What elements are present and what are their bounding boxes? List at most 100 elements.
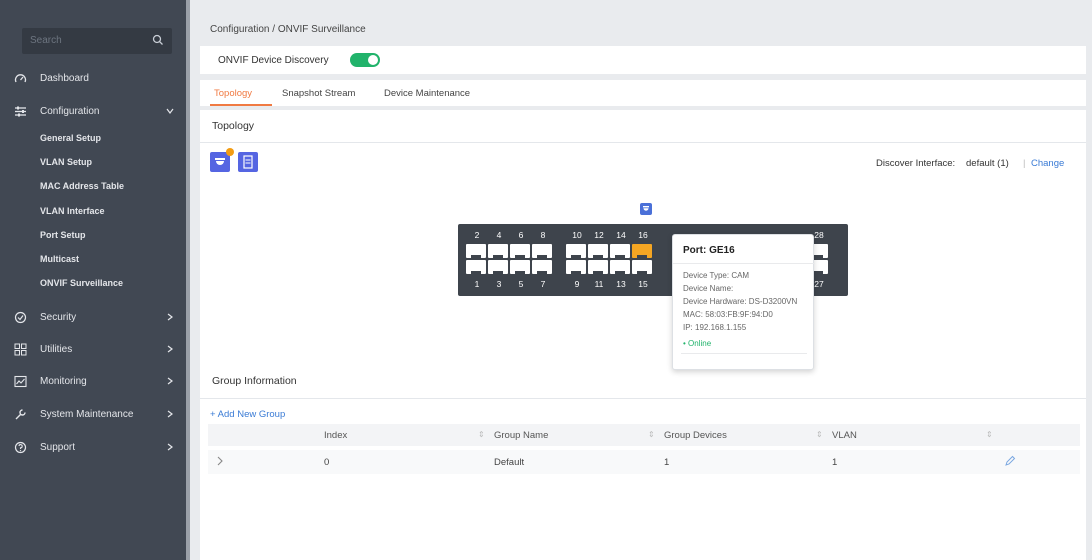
separator: | <box>1023 158 1026 169</box>
port-9[interactable] <box>566 260 586 274</box>
nav-utilities[interactable]: Utilities <box>0 339 186 361</box>
chevron-right-icon <box>167 345 173 353</box>
notification-badge <box>226 148 234 156</box>
nav-system-maintenance-label: System Maintenance <box>40 409 134 420</box>
discovery-label: ONVIF Device Discovery <box>218 55 329 66</box>
tab-snapshot-stream[interactable]: Snapshot Stream <box>282 88 355 99</box>
divider <box>681 353 807 354</box>
port-label: 13 <box>616 279 626 289</box>
port-16-active[interactable] <box>632 244 652 258</box>
tab-topology[interactable]: Topology <box>214 88 252 99</box>
port-4[interactable] <box>488 244 508 258</box>
discover-interface-label: Discover Interface: <box>876 158 956 169</box>
camera-discovery-button[interactable] <box>210 148 234 172</box>
status-text: Online <box>688 339 712 348</box>
edit-pencil-icon[interactable] <box>1004 455 1016 467</box>
port-7[interactable] <box>532 260 552 274</box>
port-5[interactable] <box>510 260 530 274</box>
sub-vlan-setup[interactable]: VLAN Setup <box>40 157 92 175</box>
device-list-button[interactable] <box>238 152 258 172</box>
port-label: 27 <box>814 279 824 289</box>
nav-system-maintenance[interactable]: System Maintenance <box>0 404 186 426</box>
divider <box>200 398 1086 399</box>
sub-multicast[interactable]: Multicast <box>40 254 79 272</box>
nav-support-label: Support <box>40 442 76 453</box>
search-box[interactable]: Search <box>22 28 172 54</box>
cell-index: 0 <box>324 457 330 468</box>
port-14[interactable] <box>610 244 630 258</box>
sub-onvif-surveillance[interactable]: ONVIF Surveillance <box>40 278 123 296</box>
port-1[interactable] <box>466 260 486 274</box>
sort-icon[interactable]: ⇕ <box>478 430 485 439</box>
cell-group-devices: 1 <box>664 457 670 468</box>
storage-icon <box>243 155 253 169</box>
port-label: 1 <box>474 279 480 289</box>
table-header: Index ⇕ Group Name ⇕ Group Devices ⇕ VLA… <box>208 424 1080 446</box>
port-15[interactable] <box>632 260 652 274</box>
nav-configuration[interactable]: Configuration <box>0 101 186 123</box>
port-12[interactable] <box>588 244 608 258</box>
help-circle-icon <box>14 441 27 454</box>
sort-icon[interactable]: ⇕ <box>986 430 993 439</box>
nav-support[interactable]: Support <box>0 437 186 459</box>
connected-camera-icon[interactable] <box>640 203 652 215</box>
discovery-toggle[interactable] <box>350 53 380 67</box>
port-tooltip: Port: GE16 Device Type: CAM Device Name:… <box>672 234 815 370</box>
table-row[interactable]: 0 Default 1 1 <box>208 450 1080 474</box>
tooltip-device-name: Device Name: <box>683 284 734 293</box>
chevron-right-icon <box>167 377 173 385</box>
column-group-name[interactable]: Group Name <box>494 430 548 441</box>
tooltip-title: Port: GE16 <box>683 245 735 256</box>
column-index[interactable]: Index <box>324 430 347 441</box>
shield-check-icon <box>14 311 27 324</box>
port-13[interactable] <box>610 260 630 274</box>
port-label: 2 <box>474 230 480 240</box>
discovery-card: ONVIF Device Discovery <box>200 46 1086 74</box>
sub-general-setup[interactable]: General Setup <box>40 133 101 151</box>
toggle-knob <box>368 55 378 65</box>
sort-icon[interactable]: ⇕ <box>816 430 823 439</box>
port-label: 12 <box>594 230 604 240</box>
main-content: Configuration / ONVIF Surveillance ONVIF… <box>190 0 1092 560</box>
nav-dashboard[interactable]: Dashboard <box>0 68 186 90</box>
add-new-group-button[interactable]: + Add New Group <box>210 409 285 420</box>
port-label: 8 <box>540 230 546 240</box>
tab-device-maintenance[interactable]: Device Maintenance <box>384 88 470 99</box>
sort-icon[interactable]: ⇕ <box>648 430 655 439</box>
search-icon[interactable] <box>152 34 164 46</box>
monitor-chart-icon <box>14 375 27 388</box>
port-3[interactable] <box>488 260 508 274</box>
sub-mac-address-table[interactable]: MAC Address Table <box>40 181 124 199</box>
tooltip-mac: MAC: 58:03:FB:9F:94:D0 <box>683 310 773 319</box>
port-2[interactable] <box>466 244 486 258</box>
cell-group-name: Default <box>494 457 525 468</box>
breadcrumb: Configuration / ONVIF Surveillance <box>210 24 366 35</box>
column-group-devices[interactable]: Group Devices <box>664 430 727 441</box>
port-label: 28 <box>814 230 824 240</box>
port-11[interactable] <box>588 260 608 274</box>
port-label: 11 <box>594 279 604 289</box>
divider <box>673 263 815 264</box>
port-label: 16 <box>638 230 648 240</box>
nav-configuration-label: Configuration <box>40 106 100 117</box>
discover-interface-value: default (1) <box>966 158 1009 169</box>
nav-security[interactable]: Security <box>0 307 186 329</box>
divider <box>200 142 1086 143</box>
port-10[interactable] <box>566 244 586 258</box>
column-vlan[interactable]: VLAN <box>832 430 857 441</box>
sub-vlan-interface[interactable]: VLAN Interface <box>40 206 105 224</box>
sliders-icon <box>15 106 26 117</box>
nav-monitoring[interactable]: Monitoring <box>0 371 186 393</box>
tooltip-ip: IP: 192.168.1.155 <box>683 323 747 332</box>
change-link[interactable]: Change <box>1031 158 1064 169</box>
chevron-right-icon <box>167 410 173 418</box>
chevron-down-icon <box>166 108 174 114</box>
chevron-right-icon[interactable] <box>214 455 226 467</box>
port-6[interactable] <box>510 244 530 258</box>
wrench-icon <box>15 409 26 420</box>
port-8[interactable] <box>532 244 552 258</box>
sub-port-setup[interactable]: Port Setup <box>40 230 86 248</box>
chevron-right-icon <box>167 313 173 321</box>
sidebar: Search Dashboard Configuration General S… <box>0 0 186 560</box>
search-input[interactable]: Search <box>30 35 62 46</box>
